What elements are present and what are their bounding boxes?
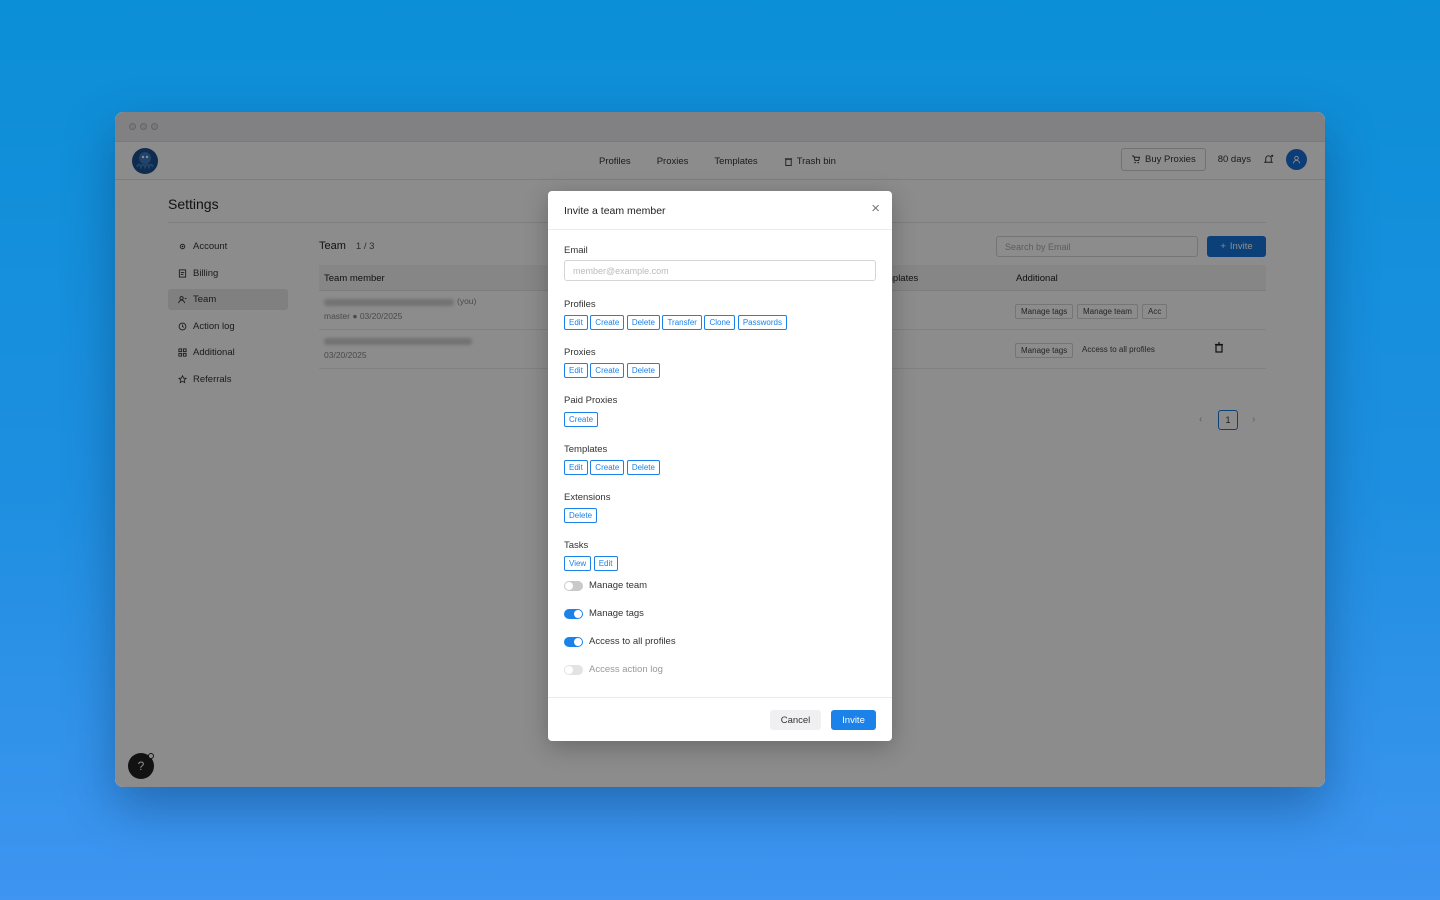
chip-profiles-create[interactable]: Create: [590, 315, 625, 330]
chip-profiles-delete[interactable]: Delete: [626, 315, 660, 330]
invite-button[interactable]: Invite: [831, 710, 876, 730]
toggle-row-manage-team: Manage team: [564, 580, 647, 591]
toggle-row-manage-tags: Manage tags: [564, 608, 644, 619]
modal-title: Invite a team member: [564, 205, 666, 217]
chip-proxies-edit[interactable]: Edit: [564, 363, 588, 378]
modal-header: Invite a team member ×: [548, 191, 892, 230]
email-field[interactable]: member@example.com: [564, 260, 876, 281]
profiles-permissions: Edit Create Delete Transfer Clone Passwo…: [564, 315, 787, 330]
section-label-templates: Templates: [564, 444, 608, 455]
chip-profiles-clone[interactable]: Clone: [704, 315, 736, 330]
section-label-extensions: Extensions: [564, 492, 611, 503]
chip-proxies-create[interactable]: Create: [590, 363, 625, 378]
email-label: Email: [564, 245, 588, 256]
chip-tasks-view[interactable]: View: [564, 556, 592, 571]
section-label-proxies: Proxies: [564, 347, 596, 358]
extensions-permissions: Delete: [564, 508, 598, 523]
chip-profiles-transfer[interactable]: Transfer: [662, 315, 702, 330]
chip-profiles-edit[interactable]: Edit: [564, 315, 588, 330]
access-all-profiles-toggle[interactable]: [564, 636, 583, 647]
proxies-permissions: Edit Create Delete: [564, 363, 660, 378]
invite-modal: Invite a team member × Email member@exam…: [548, 191, 892, 741]
section-label-profiles: Profiles: [564, 299, 596, 310]
section-label-tasks: Tasks: [564, 540, 589, 551]
manage-team-toggle[interactable]: [564, 580, 583, 591]
section-label-paid-proxies: Paid Proxies: [564, 395, 618, 406]
chip-templates-edit[interactable]: Edit: [564, 460, 588, 475]
chip-extensions-delete[interactable]: Delete: [564, 508, 598, 523]
paid-proxies-permissions: Create: [564, 412, 599, 427]
access-action-log-toggle: [564, 664, 583, 675]
manage-tags-toggle[interactable]: [564, 608, 583, 619]
cancel-button[interactable]: Cancel: [770, 710, 821, 730]
close-icon[interactable]: ×: [871, 201, 880, 216]
chip-templates-delete[interactable]: Delete: [626, 460, 660, 475]
toggle-row-access-all-profiles: Access to all profiles: [564, 636, 676, 647]
templates-permissions: Edit Create Delete: [564, 460, 660, 475]
chip-profiles-passwords[interactable]: Passwords: [737, 315, 787, 330]
manage-tags-label: Manage tags: [589, 608, 644, 619]
chip-templates-create[interactable]: Create: [590, 460, 625, 475]
tasks-permissions: View Edit: [564, 556, 618, 571]
manage-team-label: Manage team: [589, 580, 648, 591]
chip-tasks-edit[interactable]: Edit: [593, 556, 618, 571]
access-action-log-label: Access action log: [589, 664, 663, 675]
toggle-row-access-action-log: Access action log: [564, 664, 663, 675]
chip-proxies-delete[interactable]: Delete: [626, 363, 660, 378]
chip-paid-proxies-create[interactable]: Create: [564, 412, 599, 427]
modal-footer: Cancel Invite: [548, 697, 892, 741]
access-all-profiles-label: Access to all profiles: [589, 636, 676, 647]
